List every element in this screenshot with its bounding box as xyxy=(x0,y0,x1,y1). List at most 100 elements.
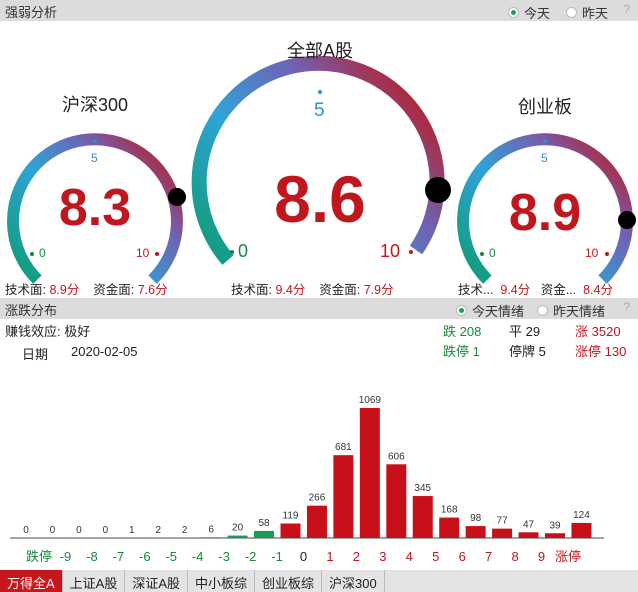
gauge-max-label: 10 xyxy=(585,246,599,260)
chart-bar xyxy=(412,496,433,538)
chart-data-label: 606 xyxy=(388,451,405,462)
chart-bar xyxy=(571,522,592,538)
tab-2[interactable]: 深证A股 xyxy=(125,570,189,592)
gauge-max-label: 10 xyxy=(136,246,150,260)
tech-value: 9.4分 xyxy=(500,283,531,297)
gauge-mid-dot xyxy=(543,139,547,143)
chart-data-label: 168 xyxy=(441,505,458,516)
chart-data-label: 0 xyxy=(103,525,109,536)
chart-tick-label: 1 xyxy=(326,549,333,564)
gauge-min-dot xyxy=(480,252,484,256)
date-label: 日期 xyxy=(22,347,49,362)
chart-bar xyxy=(545,533,565,538)
tech-label: 技术... xyxy=(458,283,494,297)
gauge-value: 8.6 xyxy=(274,162,366,236)
gauge-mid-label: 5 xyxy=(91,151,98,165)
gauge-min-dot xyxy=(30,252,34,256)
gauge-max-label: 10 xyxy=(380,241,401,261)
chart-tick-label: -4 xyxy=(192,549,204,564)
chart-data-label: 681 xyxy=(335,442,352,453)
chart-data-label: 345 xyxy=(414,483,431,494)
chart-bar xyxy=(439,517,460,538)
tech-label: 技术面: xyxy=(5,283,46,297)
chart-tick-label: 涨停 xyxy=(555,549,581,564)
chart-bar xyxy=(227,535,248,538)
radio-today-sentiment[interactable]: 今天情绪 xyxy=(456,301,524,320)
fund-value: 7.9分 xyxy=(363,283,394,297)
chart-data-label: 98 xyxy=(470,513,482,524)
flat-label: 平 xyxy=(509,324,523,339)
chart-tick-label: -9 xyxy=(60,549,72,564)
chart-tick-label: -5 xyxy=(165,549,177,564)
tab-5[interactable]: 沪深300 xyxy=(322,570,385,592)
rise-value: 3520 xyxy=(591,324,621,339)
gauge-max-dot xyxy=(155,252,159,256)
limit-down-count: 跌停 1 xyxy=(443,341,480,360)
chart-data-label: 0 xyxy=(76,525,82,536)
flat-value: 29 xyxy=(525,324,541,339)
chart-data-label: 2 xyxy=(155,525,161,536)
chart-data-label: 0 xyxy=(50,525,56,536)
tab-4[interactable]: 创业板综 xyxy=(255,570,323,592)
limit-up-label: 涨停 xyxy=(575,344,602,359)
effect-value: 极好 xyxy=(64,324,91,339)
gauge-mid-label: 5 xyxy=(314,100,325,121)
halt-count: 停牌 5 xyxy=(509,341,546,360)
chart-bar xyxy=(333,455,354,538)
tab-1[interactable]: 上证A股 xyxy=(63,570,126,592)
chart-data-label: 124 xyxy=(573,510,590,521)
hs300-scores: 技术面: 8.9分 资金面: 7.6分 xyxy=(5,279,168,298)
radio-dot-selected xyxy=(456,305,467,316)
tab-0[interactable]: 万得全A xyxy=(0,570,63,592)
gauge-min-label: 0 xyxy=(489,246,496,260)
fall-value: 208 xyxy=(459,324,482,339)
chart-tick-label: 3 xyxy=(379,549,386,564)
gauge-max-dot xyxy=(605,252,609,256)
fund-label: 资金... xyxy=(540,283,577,297)
flat-count: 平 29 xyxy=(509,321,540,340)
gauge-mid-dot xyxy=(93,139,97,143)
effect-label: 赚钱效应: xyxy=(5,324,61,339)
chart-bar xyxy=(492,528,513,538)
tech-value: 9.4分 xyxy=(275,283,306,297)
chart-tick-label: 8 xyxy=(511,549,518,564)
distribution-panel-header: 涨跌分布 今天情绪 昨天情绪 ? xyxy=(0,298,638,319)
rise-count: 涨 3520 xyxy=(575,321,621,340)
help-icon[interactable]: ? xyxy=(623,300,630,314)
index-tabs: 万得全A 上证A股 深证A股 中小板综 创业板综 沪深300 xyxy=(0,570,638,592)
chart-tick-label: 6 xyxy=(459,549,466,564)
chart-data-label: 20 xyxy=(232,523,244,534)
date-value: 2020-02-05 xyxy=(71,344,138,359)
fund-value: 7.6分 xyxy=(137,283,168,297)
gauge-mid-label: 5 xyxy=(541,151,548,165)
gauge-max-dot xyxy=(409,250,413,254)
chart-tick-label: 4 xyxy=(406,549,413,564)
chart-data-label: 39 xyxy=(549,520,561,531)
fall-label: 跌 xyxy=(443,324,457,339)
chart-data-label: 0 xyxy=(23,525,29,536)
chart-bar xyxy=(359,408,380,538)
radio-label: 昨天情绪 xyxy=(553,304,606,319)
chart-data-label: 77 xyxy=(497,516,509,527)
chart-data-label: 2 xyxy=(182,525,188,536)
limit-down-value: 1 xyxy=(472,344,480,359)
chart-bar xyxy=(201,537,222,538)
gauge-needle-chinext xyxy=(618,211,636,229)
chart-tick-label: -1 xyxy=(271,549,283,564)
chart-tick-label: -6 xyxy=(139,549,151,564)
gauge-mid-dot xyxy=(318,90,322,94)
chart-bar xyxy=(254,530,275,538)
gauge-value: 8.3 xyxy=(58,179,132,237)
radio-yesterday-sentiment[interactable]: 昨天情绪 xyxy=(537,301,605,320)
chart-tick-label: 0 xyxy=(300,549,307,564)
chart-bar xyxy=(280,523,301,538)
panel-title: 涨跌分布 xyxy=(5,303,58,318)
chart-tick-label: 7 xyxy=(485,549,492,564)
chart-tick-label: 9 xyxy=(538,549,545,564)
chart-tick-label: 跌停 xyxy=(26,549,52,564)
tab-3[interactable]: 中小板综 xyxy=(188,570,256,592)
chart-bar xyxy=(386,464,407,538)
chart-data-label: 1069 xyxy=(359,395,382,406)
limit-down-label: 跌停 xyxy=(443,344,470,359)
gauge-min-dot xyxy=(230,250,234,254)
